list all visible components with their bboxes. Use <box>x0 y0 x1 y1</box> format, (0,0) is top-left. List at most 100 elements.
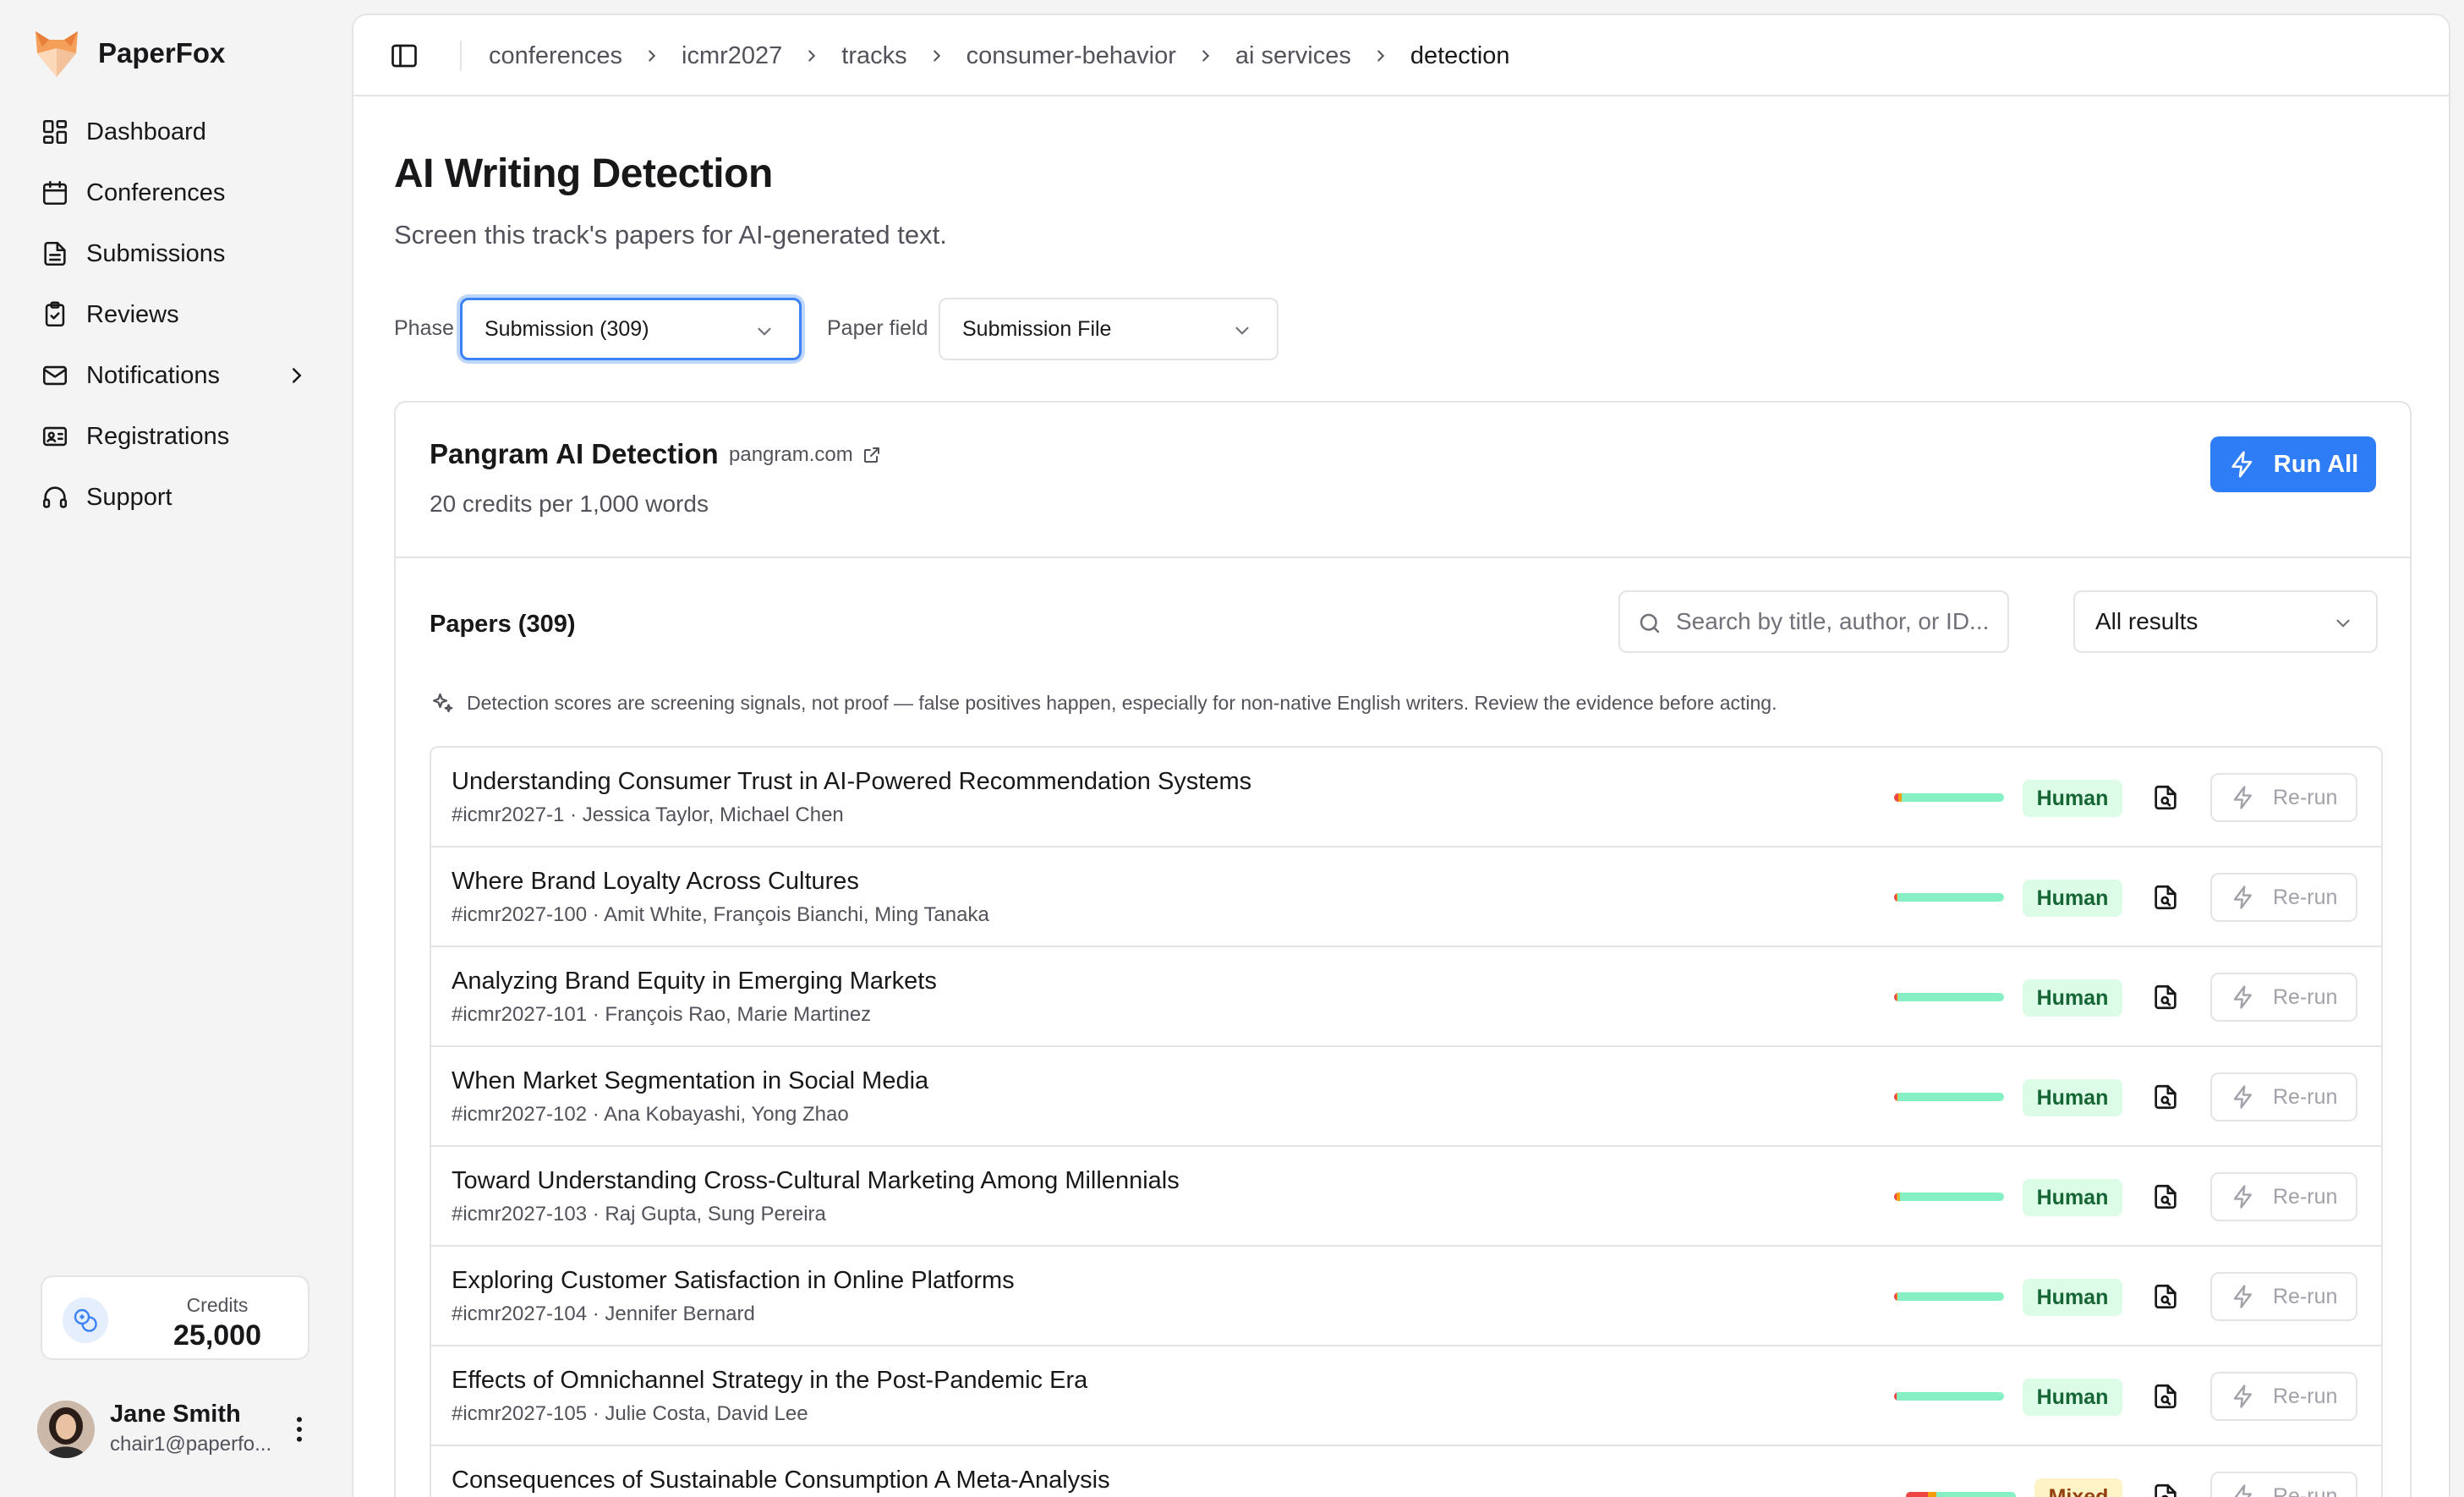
mixed-score-segment <box>1897 1193 1900 1201</box>
sidebar-item-registrations[interactable]: Registrations <box>22 409 320 463</box>
credits-card[interactable]: Credits 25,000 <box>41 1275 309 1360</box>
headphones-icon <box>41 483 69 512</box>
rerun-button[interactable]: Re-run <box>2210 1072 2357 1121</box>
view-report-icon[interactable] <box>2151 1482 2180 1497</box>
paper-field-select-value: Submission File <box>962 316 1112 341</box>
papers-list: Understanding Consumer Trust in AI-Power… <box>430 746 2383 1497</box>
table-row[interactable]: Understanding Consumer Trust in AI-Power… <box>431 748 2381 847</box>
view-report-icon[interactable] <box>2151 1083 2180 1111</box>
breadcrumb-icmr2027[interactable]: icmr2027 <box>682 42 782 70</box>
sidebar-item-label: Support <box>86 483 172 511</box>
rerun-button[interactable]: Re-run <box>2210 1472 2357 1497</box>
chevron-right-icon <box>643 47 661 65</box>
sidebar-item-dashboard[interactable]: Dashboard <box>22 105 320 159</box>
credits-value: 25,000 <box>173 1319 261 1352</box>
ai-score-segment <box>1894 1392 1897 1401</box>
lightning-icon <box>2231 984 2256 1010</box>
dashboard-icon <box>41 118 69 146</box>
paper-field-label: Paper field <box>827 316 928 340</box>
phase-select[interactable]: Submission (309) <box>460 298 802 360</box>
view-report-icon[interactable] <box>2151 883 2180 912</box>
breadcrumb-conferences[interactable]: conferences <box>489 42 622 70</box>
rerun-label: Re-run <box>2273 1483 2338 1497</box>
sidebar-item-label: Conferences <box>86 178 226 206</box>
ai-score-segment <box>1906 1492 1928 1497</box>
paper-meta: #icmr2027-103 · Raj Gupta, Sung Pereira <box>452 1203 826 1226</box>
ai-score-bar <box>1894 1193 2004 1201</box>
lightning-icon <box>2231 1084 2256 1110</box>
paper-title[interactable]: Toward Understanding Cross-Cultural Mark… <box>452 1167 1180 1195</box>
rerun-button[interactable]: Re-run <box>2210 1372 2357 1421</box>
breadcrumb-consumer-behavior[interactable]: consumer-behavior <box>966 42 1176 70</box>
rerun-button[interactable]: Re-run <box>2210 1172 2357 1221</box>
sidebar: PaperFox Dashboard Conferences Submissio… <box>0 0 351 1497</box>
table-row[interactable]: Analyzing Brand Equity in Emerging Marke… <box>431 947 2381 1047</box>
sidebar-toggle-icon[interactable] <box>389 41 419 71</box>
view-report-icon[interactable] <box>2151 1382 2180 1411</box>
paper-title[interactable]: Consequences of Sustainable Consumption … <box>452 1467 1110 1494</box>
user-profile[interactable]: Jane Smith chair1@paperfo... <box>37 1397 325 1461</box>
lightning-icon <box>2231 1284 2256 1309</box>
sidebar-item-submissions[interactable]: Submissions <box>22 227 320 281</box>
results-filter-value: All results <box>2095 608 2198 634</box>
rerun-button[interactable]: Re-run <box>2210 773 2357 822</box>
paper-field-select[interactable]: Submission File <box>939 298 1279 360</box>
view-report-icon[interactable] <box>2151 983 2180 1012</box>
user-name: Jane Smith <box>110 1401 241 1428</box>
detector-link[interactable]: pangram.com <box>729 443 882 467</box>
verdict-badge: Human <box>2023 1179 2122 1216</box>
breadcrumb-tracks[interactable]: tracks <box>841 42 906 70</box>
table-row[interactable]: When Market Segmentation in Social Media… <box>431 1047 2381 1147</box>
chevron-right-icon <box>1196 47 1215 65</box>
paper-title[interactable]: Understanding Consumer Trust in AI-Power… <box>452 768 1251 796</box>
paper-meta: #icmr2027-102 · Ana Kobayashi, Yong Zhao <box>452 1103 849 1126</box>
avatar <box>37 1401 95 1458</box>
chevron-right-icon <box>928 47 946 65</box>
lightning-icon <box>2228 450 2257 479</box>
breadcrumb-ai-services[interactable]: ai services <box>1235 42 1351 70</box>
paper-title[interactable]: Analyzing Brand Equity in Emerging Marke… <box>452 968 937 995</box>
rerun-button[interactable]: Re-run <box>2210 1272 2357 1321</box>
table-row[interactable]: Consequences of Sustainable Consumption … <box>431 1446 2381 1497</box>
sidebar-item-notifications[interactable]: Notifications <box>22 348 320 403</box>
rerun-label: Re-run <box>2273 1184 2338 1209</box>
detector-link-text: pangram.com <box>729 443 853 466</box>
ai-score-bar <box>1894 893 2004 902</box>
lightning-icon <box>2231 1483 2256 1497</box>
ai-score-bar <box>1894 1292 2004 1301</box>
run-all-button[interactable]: Run All <box>2210 436 2376 492</box>
page-title: AI Writing Detection <box>394 151 773 196</box>
view-report-icon[interactable] <box>2151 1182 2180 1211</box>
search-input[interactable]: Search by title, author, or ID... <box>1618 590 2009 653</box>
table-row[interactable]: Effects of Omnichannel Strategy in the P… <box>431 1346 2381 1446</box>
ai-score-bar <box>1894 793 2004 802</box>
sidebar-item-reviews[interactable]: Reviews <box>22 288 320 342</box>
sidebar-item-support[interactable]: Support <box>22 470 320 524</box>
run-all-label: Run All <box>2273 450 2359 478</box>
paper-title[interactable]: Exploring Customer Satisfaction in Onlin… <box>452 1267 1015 1295</box>
sidebar-item-conferences[interactable]: Conferences <box>22 166 320 220</box>
verdict-badge: Mixed <box>2034 1478 2122 1497</box>
rerun-label: Re-run <box>2273 1384 2338 1408</box>
chevron-right-icon[interactable] <box>284 363 309 388</box>
table-row[interactable]: Exploring Customer Satisfaction in Onlin… <box>431 1247 2381 1346</box>
search-icon <box>1637 611 1662 636</box>
table-row[interactable]: Toward Understanding Cross-Cultural Mark… <box>431 1147 2381 1247</box>
lightning-icon <box>2231 885 2256 910</box>
mixed-score-segment <box>1928 1492 1936 1497</box>
rerun-button[interactable]: Re-run <box>2210 973 2357 1022</box>
detector-header: Pangram AI Detection pangram.com 20 cred… <box>396 403 2410 558</box>
paper-meta: #icmr2027-100 · Amit White, François Bia… <box>452 903 989 926</box>
table-row[interactable]: Where Brand Loyalty Across Cultures #icmr… <box>431 847 2381 947</box>
paper-title[interactable]: When Market Segmentation in Social Media <box>452 1067 928 1095</box>
paper-title[interactable]: Effects of Omnichannel Strategy in the P… <box>452 1367 1087 1395</box>
view-report-icon[interactable] <box>2151 783 2180 812</box>
view-report-icon[interactable] <box>2151 1282 2180 1311</box>
results-filter-select[interactable]: All results <box>2073 590 2378 653</box>
rerun-button[interactable]: Re-run <box>2210 873 2357 922</box>
paper-title[interactable]: Where Brand Loyalty Across Cultures <box>452 868 859 896</box>
rerun-label: Re-run <box>2273 785 2338 809</box>
more-vertical-icon[interactable] <box>282 1412 316 1446</box>
brand[interactable]: PaperFox <box>34 27 225 80</box>
verdict-badge: Human <box>2023 1379 2122 1416</box>
